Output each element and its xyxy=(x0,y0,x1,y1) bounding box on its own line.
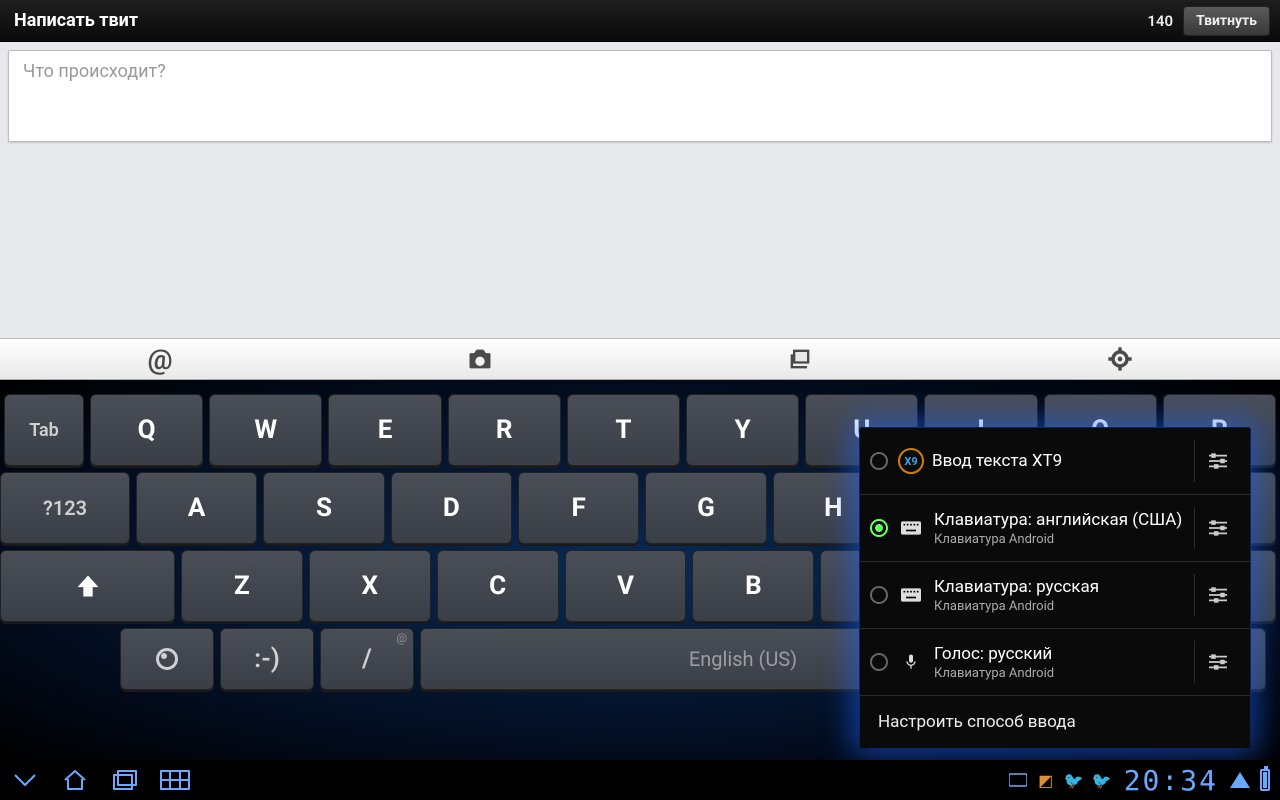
sliders-icon xyxy=(1207,586,1229,604)
key-f[interactable]: F xyxy=(518,472,639,544)
camera-button[interactable] xyxy=(320,339,640,379)
key-b[interactable]: B xyxy=(692,550,814,622)
page-title: Написать твит xyxy=(0,10,1147,31)
tweet-placeholder: Что происходит? xyxy=(23,61,166,82)
key-w[interactable]: W xyxy=(209,394,322,466)
radio-unchecked-icon xyxy=(870,586,888,604)
keyboard-icon xyxy=(898,587,924,603)
status-clock[interactable]: 20:34 xyxy=(1124,764,1218,797)
xt9-icon: X9 xyxy=(898,448,924,474)
status-twitter-icon[interactable]: 🐦 xyxy=(1064,770,1084,790)
nav-recent-button[interactable] xyxy=(100,760,150,800)
camera-icon xyxy=(466,345,494,373)
nav-screenshot-button[interactable] xyxy=(150,760,200,800)
nav-home-button[interactable] xyxy=(50,760,100,800)
recent-apps-icon xyxy=(112,769,138,791)
gallery-button[interactable] xyxy=(640,339,960,379)
nav-back-button[interactable] xyxy=(0,760,50,800)
key-t[interactable]: T xyxy=(567,394,680,466)
radio-unchecked-icon xyxy=(870,452,888,470)
key-z[interactable]: Z xyxy=(181,550,303,622)
at-icon: @ xyxy=(147,343,172,376)
ime-option-label: Ввод текста XT9 xyxy=(932,451,1194,471)
ime-option-xt9[interactable]: X9 Ввод текста XT9 xyxy=(860,428,1250,495)
ime-configure-link[interactable]: Настроить способ ввода xyxy=(860,696,1250,748)
ime-option-sublabel: Клавиатура Android xyxy=(934,599,1194,614)
location-icon xyxy=(1106,345,1134,373)
ime-settings-button[interactable] xyxy=(1194,574,1240,616)
ime-option-label: Клавиатура: английская (США) xyxy=(934,510,1194,530)
ime-settings-button[interactable] xyxy=(1194,440,1240,482)
tweet-input[interactable]: Что происходит? xyxy=(8,50,1272,142)
battery-icon xyxy=(1260,769,1270,791)
system-nav-bar: ◩ 🐦 🐦 20:34 xyxy=(0,760,1280,800)
key-d[interactable]: D xyxy=(391,472,512,544)
key-r[interactable]: R xyxy=(448,394,561,466)
location-button[interactable] xyxy=(960,339,1280,379)
ime-option-ru[interactable]: Клавиатура: русская Клавиатура Android xyxy=(860,562,1250,629)
char-count: 140 xyxy=(1147,12,1173,30)
mention-button[interactable]: @ xyxy=(0,339,320,379)
key-g[interactable]: G xyxy=(645,472,766,544)
sliders-icon xyxy=(1207,452,1229,470)
wifi-icon xyxy=(1230,772,1250,788)
gallery-icon xyxy=(786,345,814,373)
chevron-down-icon xyxy=(12,771,38,789)
key-v[interactable]: V xyxy=(565,550,687,622)
key-a[interactable]: A xyxy=(136,472,257,544)
key-emoji[interactable]: :-) xyxy=(220,628,314,690)
sliders-icon xyxy=(1207,519,1229,537)
mic-icon xyxy=(898,654,924,670)
ime-settings-button[interactable] xyxy=(1194,641,1240,683)
key-shift[interactable] xyxy=(0,550,175,622)
radio-checked-icon xyxy=(870,519,888,537)
key-c[interactable]: C xyxy=(437,550,559,622)
status-notification-icon[interactable]: ◩ xyxy=(1036,770,1056,790)
key-x[interactable]: X xyxy=(309,550,431,622)
key-q[interactable]: Q xyxy=(90,394,203,466)
ring-icon xyxy=(156,648,178,670)
key-slash[interactable]: /@ xyxy=(320,628,414,690)
grid-icon xyxy=(160,770,190,790)
key-symbols[interactable]: ?123 xyxy=(0,472,130,544)
home-icon xyxy=(61,768,89,792)
ime-option-label: Голос: русский xyxy=(934,644,1194,664)
radio-unchecked-icon xyxy=(870,653,888,671)
tweet-button[interactable]: Твитнуть xyxy=(1183,6,1270,36)
compose-header: Написать твит 140 Твитнуть xyxy=(0,0,1280,42)
compose-action-bar: @ xyxy=(0,338,1280,380)
ime-option-voice[interactable]: Голос: русский Клавиатура Android xyxy=(860,629,1250,696)
sliders-icon xyxy=(1207,653,1229,671)
ime-option-en[interactable]: Клавиатура: английская (США) Клавиатура A… xyxy=(860,495,1250,562)
ime-option-label: Клавиатура: русская xyxy=(934,577,1194,597)
status-keyboard-icon[interactable] xyxy=(1008,770,1028,790)
ime-chooser-popup: X9 Ввод текста XT9 Клавиатура: английска… xyxy=(860,428,1250,748)
key-y[interactable]: Y xyxy=(686,394,799,466)
ime-option-sublabel: Клавиатура Android xyxy=(934,666,1194,681)
keyboard-icon xyxy=(898,520,924,536)
key-input-switch[interactable] xyxy=(120,628,214,690)
ime-option-sublabel: Клавиатура Android xyxy=(934,532,1194,547)
key-tab[interactable]: Tab xyxy=(4,394,84,466)
status-twitter-icon-2[interactable]: 🐦 xyxy=(1092,770,1112,790)
key-e[interactable]: E xyxy=(328,394,441,466)
ime-settings-button[interactable] xyxy=(1194,507,1240,549)
key-s[interactable]: S xyxy=(263,472,384,544)
shift-icon xyxy=(74,572,102,600)
